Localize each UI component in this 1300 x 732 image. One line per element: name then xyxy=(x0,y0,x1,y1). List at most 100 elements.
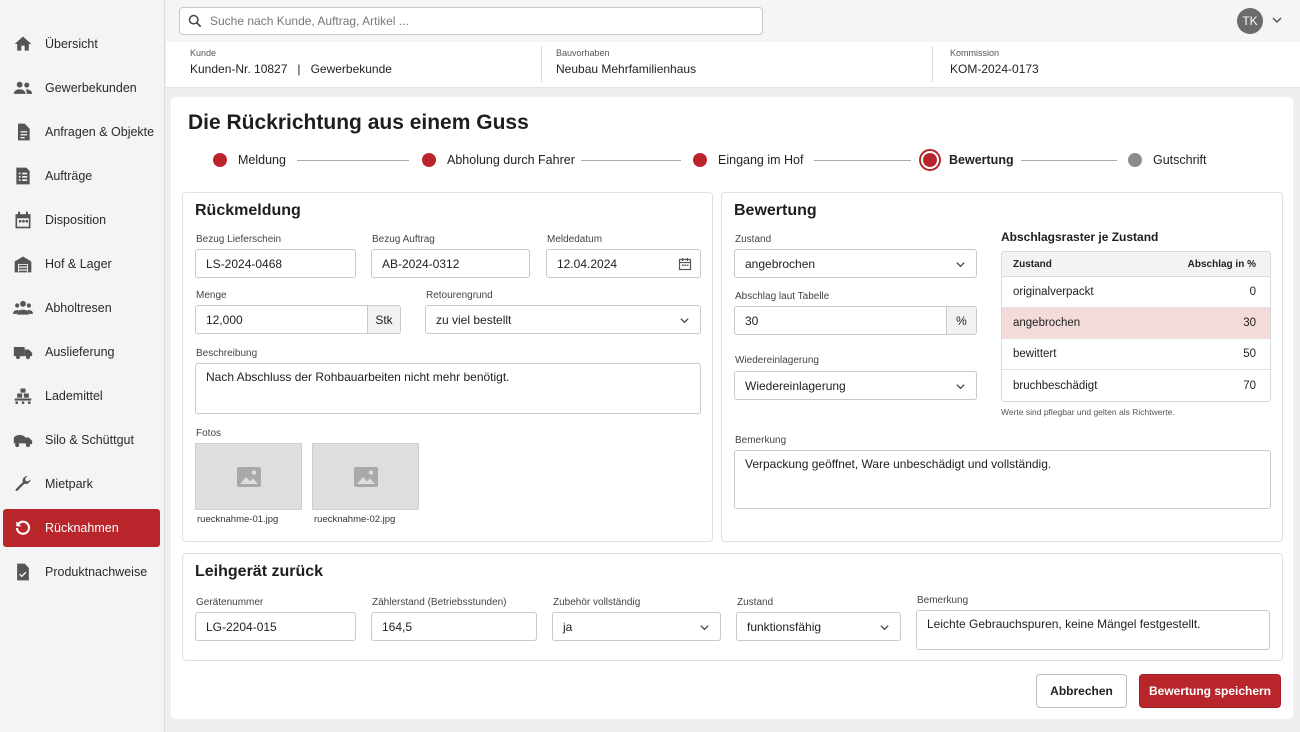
table-row[interactable]: originalverpackt 0 xyxy=(1002,277,1270,308)
wrench-icon xyxy=(13,474,33,494)
step-label: Abholung durch Fahrer xyxy=(447,153,575,167)
step-gutschrift[interactable]: Gutschrift xyxy=(1128,153,1207,167)
raster-title: Abschlagsraster je Zustand xyxy=(1001,230,1159,244)
retourengrund-label: Retourengrund xyxy=(426,290,493,301)
sidebar-item-silo[interactable]: Silo & Schüttgut xyxy=(3,421,160,459)
chevron-down-icon xyxy=(956,384,965,390)
step-meldung[interactable]: Meldung xyxy=(213,153,286,167)
row-abschlag: 50 xyxy=(1243,348,1256,360)
chevron-down-icon[interactable] xyxy=(1271,14,1283,26)
zaehlerstand-field[interactable]: 164,5 xyxy=(371,612,537,641)
menge-label: Menge xyxy=(196,290,227,301)
zubehoer-value: ja xyxy=(563,619,573,634)
row-abschlag: 0 xyxy=(1249,286,1256,298)
return-icon xyxy=(13,518,33,538)
search-box[interactable] xyxy=(179,7,763,35)
row-abschlag: 30 xyxy=(1243,317,1256,329)
sidebar-item-lademittel[interactable]: Lademittel xyxy=(3,377,160,415)
main-panel: Die Rückrichtung aus einem Guss Meldung … xyxy=(171,97,1293,719)
kunde-label: Kunde xyxy=(190,48,217,58)
step-label: Eingang im Hof xyxy=(718,153,804,167)
step-abholung[interactable]: Abholung durch Fahrer xyxy=(422,153,575,167)
zustand-select[interactable]: angebrochen xyxy=(734,249,977,278)
chevron-down-icon xyxy=(956,262,965,268)
retourengrund-select[interactable]: zu viel bestellt xyxy=(425,305,701,334)
card-title: Bewertung xyxy=(734,202,817,219)
kommission-value: KOM-2024-0173 xyxy=(950,62,1039,76)
row-zustand: bruchbeschädigt xyxy=(1013,379,1098,392)
menge-field[interactable]: 12,000 xyxy=(195,305,368,334)
sidebar-item-mietpark[interactable]: Mietpark xyxy=(3,465,160,503)
fotos-label: Fotos xyxy=(196,428,222,439)
step-connector xyxy=(581,160,681,161)
context-bauvorhaben: Bauvorhaben Neubau Mehrfamilienhaus xyxy=(556,48,696,84)
leih-zustand-label: Zustand xyxy=(737,597,774,608)
table-row[interactable]: bruchbeschädigt 70 xyxy=(1002,370,1270,401)
sidebar-item-ruecknahmen[interactable]: Rücknahmen xyxy=(3,509,160,547)
step-current-dot xyxy=(919,149,941,171)
document-icon xyxy=(13,122,33,142)
zaehlerstand-label: Zählerstand (Betriebsstunden) xyxy=(372,597,507,608)
auftrag-field[interactable]: AB-2024-0312 xyxy=(371,249,530,278)
sidebar-item-gewerbekunden[interactable]: Gewerbekunden xyxy=(3,69,160,107)
geraetenummer-field[interactable]: LG-2204-015 xyxy=(195,612,356,641)
step-bewertung[interactable]: Bewertung xyxy=(919,149,1014,171)
sidebar-item-produktnachweise[interactable]: Produktnachweise xyxy=(3,553,160,591)
step-eingang[interactable]: Eingang im Hof xyxy=(693,153,803,167)
warehouse-icon xyxy=(13,254,33,274)
auftrag-label: Bezug Auftrag xyxy=(372,234,435,245)
meldedatum-field[interactable]: 12.04.2024 xyxy=(546,249,701,278)
wiedereinlagerung-label: Wiedereinlagerung xyxy=(735,355,819,366)
bewertung-card: Bewertung Zustand angebrochen Abschlag l… xyxy=(721,192,1283,542)
search-input[interactable] xyxy=(210,14,750,28)
row-zustand: angebrochen xyxy=(1013,317,1081,329)
rueckmeldung-card: Rückmeldung Bezug Lieferschein LS-2024-0… xyxy=(182,192,713,542)
table-row-selected[interactable]: angebrochen 30 xyxy=(1002,308,1270,339)
calendar-icon xyxy=(13,210,33,230)
photo-thumbnail[interactable] xyxy=(312,443,419,510)
cancel-button[interactable]: Abbrechen xyxy=(1036,674,1127,708)
abschlag-unit: % xyxy=(947,306,977,335)
beschreibung-textarea[interactable]: Nach Abschluss der Rohbauarbeiten nicht … xyxy=(195,363,701,414)
abschlag-field[interactable]: 30 xyxy=(734,306,947,335)
kunde-typ: Gewerbekunde xyxy=(310,62,392,76)
photo-filename: ruecknahme-02.jpg xyxy=(314,514,396,525)
calendar-icon[interactable] xyxy=(678,257,692,271)
leih-bemerkung-textarea[interactable]: Leichte Gebrauchspuren, keine Mängel fes… xyxy=(916,610,1270,650)
avatar[interactable]: TK xyxy=(1237,8,1263,34)
sidebar-item-auftraege[interactable]: Aufträge xyxy=(3,157,160,195)
people-icon xyxy=(13,298,33,318)
page-title: Die Rückrichtung aus einem Guss xyxy=(188,111,529,134)
leih-zustand-select[interactable]: funktionsfähig xyxy=(736,612,901,641)
step-connector xyxy=(1021,160,1117,161)
sidebar-item-auslieferung[interactable]: Auslieferung xyxy=(3,333,160,371)
bemerkung-textarea[interactable]: Verpackung geöffnet, Ware unbeschädigt u… xyxy=(734,450,1271,509)
sidebar-item-hof-lager[interactable]: Hof & Lager xyxy=(3,245,160,283)
save-button[interactable]: Bewertung speichern xyxy=(1139,674,1281,708)
step-done-dot xyxy=(213,153,227,167)
photo-thumbnail[interactable] xyxy=(195,443,302,510)
sidebar-item-uebersicht[interactable]: Übersicht xyxy=(3,25,160,63)
sidebar-item-label: Produktnachweise xyxy=(45,565,148,579)
wiedereinlagerung-value: Wiedereinlagerung xyxy=(745,378,846,393)
zubehoer-select[interactable]: ja xyxy=(552,612,721,641)
sidebar-item-label: Mietpark xyxy=(45,477,93,491)
bemerkung-label: Bemerkung xyxy=(735,435,787,446)
sidebar-item-abholtresen[interactable]: Abholtresen xyxy=(3,289,160,327)
list-icon xyxy=(13,166,33,186)
kunde-value: Kunden-Nr. 10827 | Gewerbekunde xyxy=(190,62,392,76)
lieferschein-label: Bezug Lieferschein xyxy=(196,234,282,245)
step-connector xyxy=(297,160,409,161)
lieferschein-field[interactable]: LS-2024-0468 xyxy=(195,249,356,278)
silo-truck-icon xyxy=(13,430,33,450)
wiedereinlagerung-select[interactable]: Wiedereinlagerung xyxy=(734,371,977,400)
image-icon xyxy=(353,466,378,487)
table-row[interactable]: bewittert 50 xyxy=(1002,339,1270,370)
photo-filename: ruecknahme-01.jpg xyxy=(197,514,279,525)
sidebar-item-disposition[interactable]: Disposition xyxy=(3,201,160,239)
geraetenummer-label: Gerätenummer xyxy=(196,597,264,608)
meldedatum-label: Meldedatum xyxy=(547,234,603,245)
bauvorhaben-value: Neubau Mehrfamilienhaus xyxy=(556,62,697,76)
menge-unit: Stk xyxy=(368,305,401,334)
sidebar-item-anfragen[interactable]: Anfragen & Objekte xyxy=(3,113,160,151)
